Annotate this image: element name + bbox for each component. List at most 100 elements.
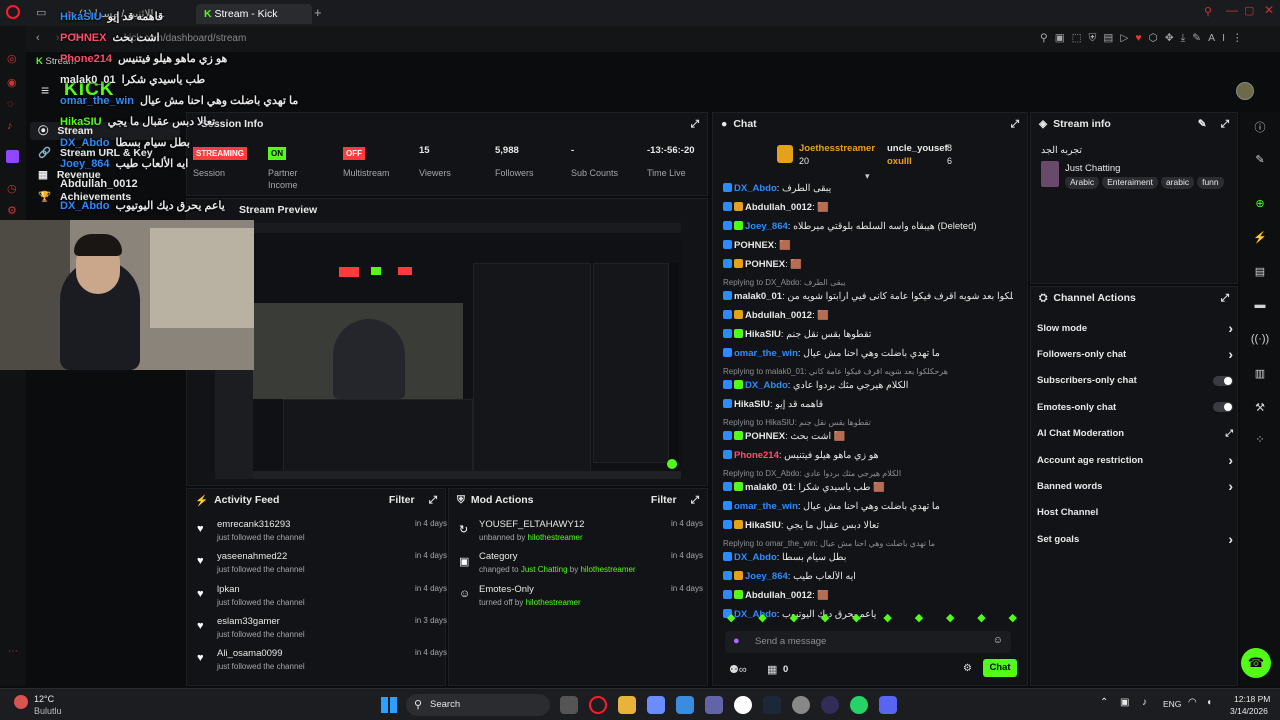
layout-icon[interactable]: ▥ (1247, 362, 1273, 384)
chat-username[interactable]: POHNEX (734, 240, 774, 251)
external-link-icon[interactable]: ⤢ (1225, 428, 1233, 439)
aria-icon[interactable]: ✎AI (1192, 32, 1232, 44)
chat-username[interactable]: Joey_864 (745, 571, 788, 582)
chat-username[interactable]: HikaSIU (745, 329, 781, 340)
emote-icon[interactable]: ◆ (946, 611, 954, 627)
channel-action-row[interactable]: Slow mode › (1037, 317, 1233, 339)
tray-chevron-icon[interactable]: ⌃ (1100, 697, 1108, 708)
chat-username[interactable]: malak0_01 (734, 291, 782, 302)
emote-icon[interactable]: ◆ (727, 611, 735, 627)
maximize-icon[interactable]: ▢ (1244, 4, 1254, 17)
clipboard-icon[interactable]: ▤ (1247, 260, 1273, 282)
obs-icon[interactable] (821, 696, 839, 714)
tag[interactable]: funn (1197, 177, 1224, 189)
chat-username[interactable]: malak0_01 (745, 482, 793, 493)
chevron-right-icon[interactable]: › (1228, 320, 1233, 336)
mod-action-actor[interactable]: hilothestreamer (580, 565, 635, 574)
chat-username[interactable]: HikaSIU (734, 399, 770, 410)
chat-username[interactable]: HikaSIU (745, 520, 781, 531)
chevron-right-icon[interactable]: › (1228, 452, 1233, 468)
more-icon[interactable]: ⋯ (8, 646, 18, 657)
extensions-icon[interactable]: ✥ (1165, 32, 1181, 44)
mod-action-actor[interactable]: hilothestreamer (526, 598, 581, 607)
expand-icon[interactable]: ⤢ (691, 494, 699, 507)
chevron-right-icon[interactable]: › (1228, 531, 1233, 547)
channel-action-row[interactable]: Account age restriction › (1037, 449, 1233, 471)
back-icon[interactable]: ‹ (36, 32, 40, 44)
stream-preview-video[interactable] (215, 223, 681, 479)
channel-action-row[interactable]: Set goals › (1037, 528, 1233, 550)
expand-icon[interactable]: ⤢ (429, 494, 437, 507)
chat-username[interactable]: Phone214 (734, 450, 779, 461)
chat-username[interactable]: DX_Abdo (734, 552, 777, 563)
mod-action-actor[interactable]: hilothestreamer (528, 533, 583, 542)
cube-icon[interactable]: ⬡ (1149, 32, 1165, 44)
store-taskbar-icon[interactable] (676, 696, 694, 714)
mic-icon[interactable]: ● (733, 635, 740, 647)
teams-icon[interactable] (705, 696, 723, 714)
crop-icon[interactable]: ⬚ (1072, 32, 1089, 44)
activity-user[interactable]: Ali_osama0099 (217, 648, 283, 659)
whatsapp-icon[interactable]: ◌ (7, 98, 14, 110)
apps-icon[interactable]: ⁘ (1247, 428, 1273, 450)
gifter-name[interactable]: Joethesstreamer (799, 143, 875, 154)
popout-icon[interactable]: ⤢ (1011, 118, 1019, 131)
popout-icon[interactable]: ⤢ (1221, 118, 1229, 131)
emote-icon[interactable]: ◆ (790, 611, 798, 627)
heart-icon[interactable]: ♥ (1135, 32, 1148, 44)
stream-category[interactable]: Just Chatting (1065, 163, 1120, 174)
opera-logo-icon[interactable] (6, 5, 20, 19)
channel-action-row[interactable]: Subscribers-only chat (1037, 370, 1233, 392)
channel-action-row[interactable]: AI Chat Moderation ⤢ (1037, 423, 1233, 445)
shield-icon[interactable]: ⛨ (1089, 32, 1104, 44)
chat-username[interactable]: Abdullah_0012 (745, 202, 812, 213)
avatar[interactable] (1236, 82, 1254, 100)
emote-icon[interactable]: ◆ (758, 611, 766, 627)
info-icon[interactable]: ⓘ (1247, 116, 1273, 138)
tag[interactable]: Arabic (1065, 177, 1100, 189)
emoji-icon[interactable]: ☺ (993, 635, 1003, 646)
history-icon[interactable]: ◷ (7, 182, 17, 195)
box-icon[interactable]: ▤ (1103, 32, 1120, 44)
volume-icon[interactable]: ◖ (1206, 697, 1212, 708)
search-box[interactable]: ⚲ Search (406, 694, 550, 716)
popout-icon[interactable]: ⤢ (1221, 292, 1229, 305)
channel-action-row[interactable]: Emotes-only chat (1037, 396, 1233, 418)
chat-input[interactable]: ● Send a message ☺ (725, 631, 1011, 653)
gifter-name[interactable]: uncle_yousef (887, 143, 948, 154)
snapshot-icon[interactable]: ▣ (1055, 32, 1072, 44)
channel-action-row[interactable]: Banned words › (1037, 475, 1233, 497)
tag[interactable]: arabic (1160, 177, 1195, 189)
bolt-icon[interactable]: ⚡ (1247, 226, 1273, 248)
mic-tray-icon[interactable]: ♪ (1142, 697, 1147, 708)
file-explorer-icon[interactable] (618, 696, 636, 714)
emote-icon[interactable]: ◆ (977, 611, 985, 627)
activity-user[interactable]: lpkan (217, 584, 240, 595)
download-icon[interactable]: ⤓ (1181, 32, 1193, 44)
whatsapp-taskbar-icon[interactable] (850, 696, 868, 714)
chat-username[interactable]: POHNEX (745, 431, 785, 442)
opera-taskbar-icon[interactable] (589, 696, 607, 714)
chat-username[interactable]: DX_Abdo (745, 380, 788, 391)
help-chat-button[interactable]: ☎ (1241, 648, 1271, 678)
search-tabs-icon[interactable]: ⚲ (1204, 5, 1212, 18)
music-icon[interactable]: ♪ (7, 120, 13, 132)
clock-date[interactable]: 3/14/2026 (1230, 706, 1268, 716)
wifi-icon[interactable]: ◠ (1188, 697, 1197, 708)
instagram-icon[interactable]: ◉ (7, 76, 17, 89)
network-icon[interactable]: ▣ (1120, 697, 1129, 708)
play-icon[interactable]: ▷ (1120, 32, 1135, 44)
chrome-icon[interactable] (792, 696, 810, 714)
mod-action-target[interactable]: YOUSEF_ELTAHAWY12 (479, 519, 584, 530)
broadcast-icon[interactable]: ((·)) (1247, 328, 1273, 350)
tab-list-icon[interactable]: ▭ (36, 6, 46, 19)
activity-user[interactable]: eslam33gamer (217, 616, 280, 627)
edit-icon[interactable]: ✎ (1198, 118, 1207, 130)
task-view-icon[interactable] (560, 696, 578, 714)
itunes-icon[interactable] (734, 696, 752, 714)
chat-username[interactable]: Abdullah_0012 (745, 310, 812, 321)
target-icon[interactable]: ⊕ (1247, 192, 1273, 214)
chevron-right-icon[interactable]: › (1228, 478, 1233, 494)
chat-username[interactable]: omar_the_win (734, 348, 798, 359)
filter-button[interactable]: Filter (389, 494, 415, 506)
